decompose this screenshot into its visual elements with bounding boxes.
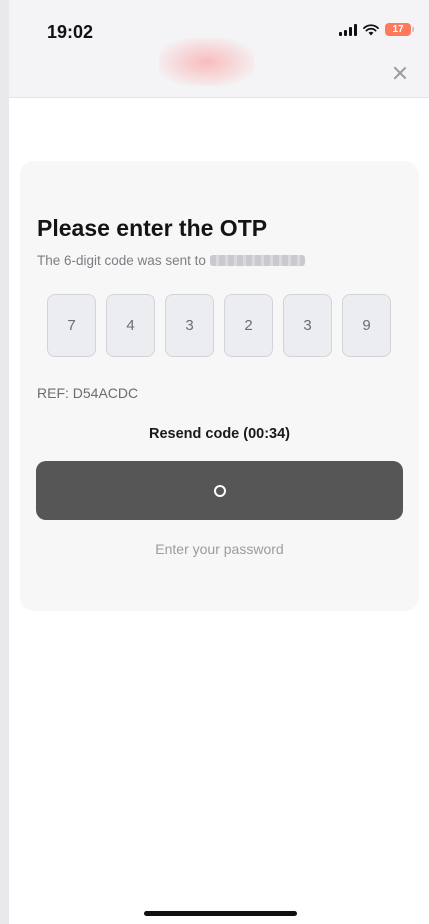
close-icon[interactable] bbox=[393, 66, 407, 80]
status-icons: 17 bbox=[339, 23, 414, 36]
otp-card: Please enter the OTP The 6-digit code wa… bbox=[20, 161, 419, 611]
submit-button[interactable] bbox=[36, 461, 403, 520]
status-time: 19:02 bbox=[47, 22, 94, 42]
otp-digit-3[interactable]: 3 bbox=[165, 294, 214, 357]
otp-digit-6[interactable]: 9 bbox=[342, 294, 391, 357]
otp-subtitle: The 6-digit code was sent to bbox=[37, 253, 305, 268]
phone-screen: 19:02 17 Please enter the OTP The 6-digi… bbox=[0, 0, 429, 924]
otp-digit-4[interactable]: 2 bbox=[224, 294, 273, 357]
ref-code: REF: D54ACDC bbox=[37, 385, 139, 401]
otp-digit-1[interactable]: 7 bbox=[47, 294, 96, 357]
otp-subtitle-text: The 6-digit code was sent to bbox=[37, 253, 206, 268]
battery-icon: 17 bbox=[385, 23, 414, 36]
otp-input-row: 7 4 3 2 3 9 bbox=[47, 294, 391, 357]
header: 19:02 17 bbox=[9, 0, 429, 98]
app-logo bbox=[159, 38, 254, 86]
otp-digit-5[interactable]: 3 bbox=[283, 294, 332, 357]
home-indicator bbox=[144, 911, 297, 916]
page-title: Please enter the OTP bbox=[37, 215, 268, 241]
signal-icon bbox=[339, 23, 357, 36]
loading-spinner-icon bbox=[213, 484, 226, 497]
resend-code-button[interactable]: Resend code (00:34) bbox=[20, 426, 419, 442]
enter-password-link[interactable]: Enter your password bbox=[20, 541, 419, 557]
background-edge bbox=[0, 0, 9, 924]
wifi-icon bbox=[363, 23, 379, 35]
masked-phone-number bbox=[209, 255, 305, 266]
otp-digit-2[interactable]: 4 bbox=[106, 294, 155, 357]
